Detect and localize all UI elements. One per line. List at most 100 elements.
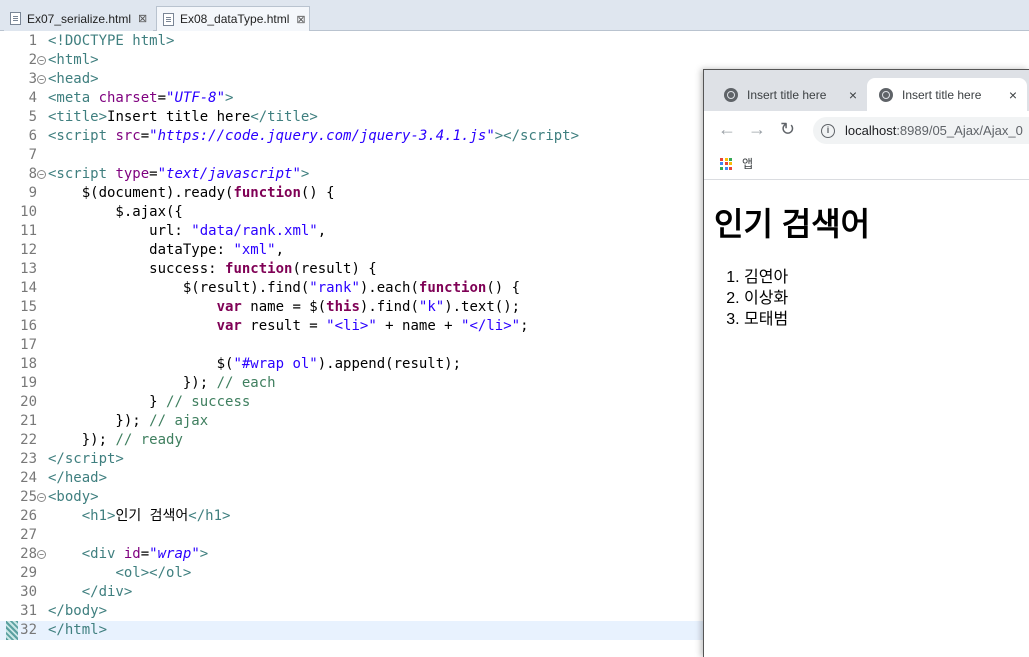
line-number: 20 [20,394,37,410]
code-text: }); // each [48,375,276,391]
code-text: </div> [81,584,133,600]
rank-list: 김연아이상화모태범 [714,267,1029,330]
fold-toggle-icon[interactable]: − [37,75,46,84]
line-number: 26 [20,508,37,524]
code-text: $(document).ready(function() { [48,185,335,201]
line-number: 12 [20,242,37,258]
bookmarks-bar: 앱 [704,148,1029,180]
close-icon[interactable]: ⊠ [138,12,147,25]
apps-grid-icon[interactable] [720,157,732,170]
line-number: 13 [20,261,37,277]
line-number: 2 [28,52,37,68]
url-host: localhost [845,123,897,138]
code-text: <div id="wrap"> [81,546,209,562]
line-number: 15 [20,299,37,315]
code-text: <h1>인기 검색어</h1> [81,508,231,524]
list-item: 이상화 [744,288,1029,309]
fold-toggle-icon[interactable]: − [37,170,46,179]
close-icon[interactable]: × [1009,87,1017,103]
line-number: 4 [28,90,37,106]
line-number: 10 [20,204,37,220]
line-number: 5 [28,109,37,125]
info-icon[interactable]: i [821,123,835,138]
code-text: <title>Insert title here</title> [48,109,318,125]
line-number: 29 [20,565,37,581]
apps-dot [724,162,728,165]
apps-dot [729,166,732,170]
line-number: 3 [28,71,37,87]
line-number: 30 [20,584,37,600]
line-number: 23 [20,451,37,467]
apps-dot [720,166,723,170]
browser-tab-title: Insert title here [902,87,982,102]
browser-tab-1[interactable]: Insert title here × [712,78,867,111]
apps-dot [720,157,723,161]
globe-icon [724,87,738,102]
line-number: 9 [28,185,37,201]
line-number: 11 [20,223,37,239]
editor-tab-label: Ex08_dataType.html [180,12,290,26]
code-text: }); // ajax [48,413,209,429]
fold-toggle-icon[interactable]: − [37,493,46,502]
apps-dot [724,157,728,161]
code-text: }); // ready [48,432,183,448]
code-text: var result = "<li>" + name + "</li>"; [216,318,529,334]
code-text: <script type="text/javascript"> [48,166,310,182]
line-number: 32 [20,622,37,638]
code-text: </script> [48,451,124,467]
line-number: 31 [20,603,37,619]
line-number: 16 [20,318,37,334]
list-item: 김연아 [744,267,1029,288]
line-number: 6 [28,128,37,144]
code-text: </html> [48,622,108,638]
code-text: success: function(result) { [48,261,377,277]
line-number: 1 [28,33,37,49]
browser-tab-2[interactable]: Insert title here × [867,78,1027,111]
reload-icon[interactable]: ↻ [780,118,795,140]
line-number: 14 [20,280,37,296]
line-number: 21 [20,413,37,429]
apps-dot [724,166,728,170]
apps-dot [720,162,723,165]
code-text: $.ajax({ [48,204,183,220]
html-file-icon [163,12,174,26]
address-bar[interactable]: i localhost:8989/05_Ajax/Ajax_0 [813,117,1029,144]
close-icon[interactable]: ⊠ [296,13,305,26]
code-text: var name = $(this).find("k").text(); [216,299,521,315]
html-file-icon [10,12,21,25]
code-text: <body> [48,489,99,505]
bookmark-apps-label[interactable]: 앱 [742,155,753,172]
browser-toolbar: ← → ↻ i localhost:8989/05_Ajax/Ajax_0 [704,111,1029,148]
back-arrow-icon[interactable]: ← [718,118,736,140]
code-text: $("#wrap ol").append(result); [48,356,462,372]
browser-window: Insert title here × Insert title here × … [703,69,1029,657]
url-path: :8989/05_Ajax/Ajax_0 [896,123,1023,138]
line-number: 8 [28,166,37,182]
forward-arrow-icon[interactable]: → [748,118,766,140]
code-text: <meta charset="UTF-8"> [48,90,234,106]
code-line[interactable]: 1 <!DOCTYPE html> [0,32,1029,51]
code-text: </head> [48,470,108,486]
editor-tab-label: Ex07_serialize.html [27,11,132,26]
line-number: 27 [20,527,37,543]
code-line[interactable]: 2− <html> [0,51,1029,70]
code-text: <head> [48,71,99,87]
code-text: <!DOCTYPE html> [48,33,175,49]
fold-toggle-icon[interactable]: − [37,56,46,65]
editor-tab-ex07[interactable]: Ex07_serialize.html ⊠ [4,6,153,31]
code-text: <ol></ol> [115,565,192,581]
line-number: 18 [20,356,37,372]
editor-tab-ex08[interactable]: Ex08_dataType.html ⊠ [156,6,310,31]
rendered-page: 인기 검색어 김연아이상화모태범 [704,181,1029,657]
page-heading: 인기 검색어 [714,206,871,242]
code-text: <script src="https://code.jquery.com/jqu… [48,128,580,144]
code-text: <html> [48,52,99,68]
editor-tab-bar: Ex07_serialize.html ⊠ Ex08_dataType.html… [0,0,1029,31]
list-item: 모태범 [744,309,1029,330]
fold-toggle-icon[interactable]: − [37,550,46,559]
browser-tab-strip: Insert title here × Insert title here × [704,70,1029,111]
line-number: 24 [20,470,37,486]
line-number: 7 [28,147,37,163]
code-text: $(result).find("rank").each(function() { [48,280,521,296]
close-icon[interactable]: × [849,87,857,103]
